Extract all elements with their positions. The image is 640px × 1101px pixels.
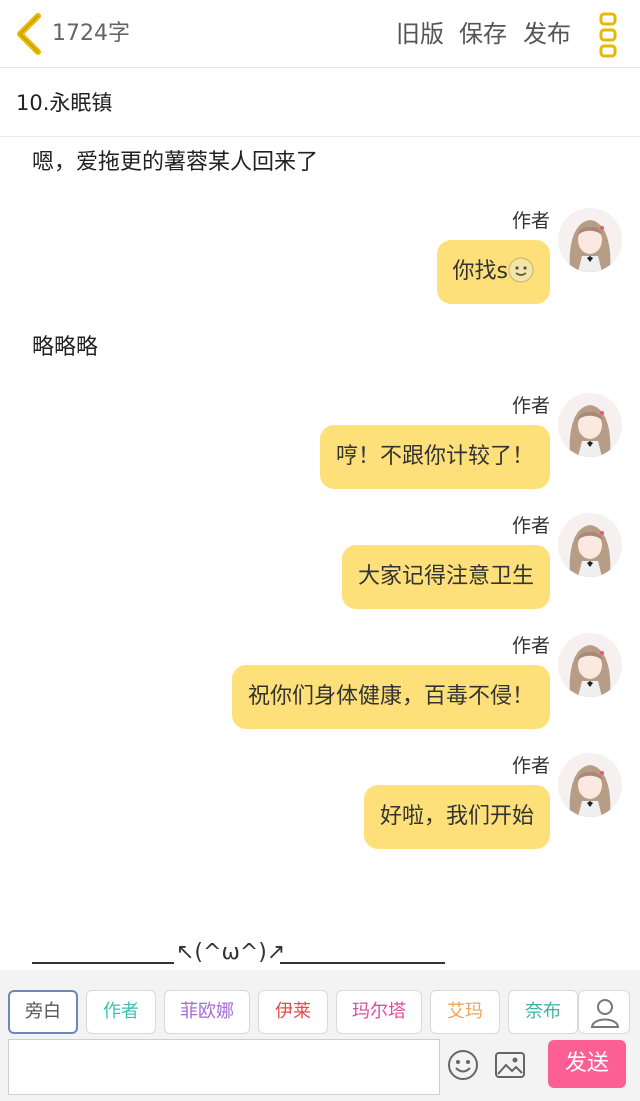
chat-message[interactable]: 作者 好啦，我们开始 [0, 753, 640, 863]
message-bubble[interactable]: 哼！不跟你计较了！ [319, 425, 550, 489]
avatar-girl-icon [558, 513, 622, 577]
word-count: 1724字 [52, 21, 130, 46]
send-button[interactable]: 发送 [548, 1040, 626, 1088]
avatar[interactable] [558, 513, 622, 577]
sender-name: 作者 [511, 515, 550, 537]
role-label: 奈布 [525, 1001, 561, 1022]
message-text: 好啦，我们开始 [379, 804, 534, 829]
chapter-title[interactable]: 10.永眠镇 [16, 89, 112, 117]
narration-line[interactable]: 略略略 [32, 333, 98, 363]
person-icon [590, 999, 620, 1028]
old-version-button[interactable]: 旧版 [396, 18, 444, 50]
message-bubble[interactable]: 好啦，我们开始 [363, 785, 550, 849]
message-text: 祝你们身体健康，百毒不侵！ [247, 684, 534, 709]
message-input[interactable] [8, 1039, 440, 1095]
role-label: 玛尔塔 [352, 1001, 406, 1022]
role-label: 伊莱 [275, 1001, 311, 1022]
message-bubble[interactable]: 大家记得注意卫生 [341, 545, 550, 609]
message-text: 你找s [452, 259, 508, 284]
back-arrow-icon[interactable] [12, 12, 48, 56]
avatar[interactable] [558, 393, 622, 457]
role-chip-narrator[interactable]: 旁白 [8, 990, 78, 1034]
role-chip-author[interactable]: 作者 [86, 990, 156, 1034]
role-chip-naib[interactable]: 奈布 [508, 990, 578, 1034]
separator-kaomoji: ↖(^ω^)↗ [176, 940, 286, 965]
chapter-bar[interactable]: 10.永眠镇 [0, 69, 640, 137]
role-label: 艾玛 [447, 1001, 483, 1022]
add-role-button[interactable] [578, 990, 630, 1034]
image-icon[interactable] [493, 1048, 527, 1082]
avatar-girl-icon [558, 633, 622, 697]
chat-message[interactable]: 作者 祝你们身体健康，百毒不侵！ [0, 633, 640, 743]
role-label: 旁白 [25, 1001, 61, 1022]
avatar[interactable] [558, 633, 622, 697]
role-chip-emma[interactable]: 艾玛 [430, 990, 500, 1034]
emoji-icon[interactable] [446, 1048, 480, 1082]
separator-line-left [32, 962, 174, 964]
sender-name: 作者 [511, 755, 550, 777]
chat-area[interactable]: 嗯，爱拖更的薯蓉某人回来了 作者 你找s 略略略 作者 哼！不跟你计较了！ 作者… [0, 138, 640, 970]
more-menu-icon[interactable] [598, 12, 618, 58]
sender-name: 作者 [511, 635, 550, 657]
message-bubble[interactable]: 祝你们身体健康，百毒不侵！ [231, 665, 550, 729]
role-chip-eli[interactable]: 伊莱 [258, 990, 328, 1034]
smile-emoji-icon [508, 257, 534, 283]
avatar[interactable] [558, 208, 622, 272]
save-button[interactable]: 保存 [459, 18, 507, 50]
message-text: 哼！不跟你计较了！ [335, 444, 534, 469]
separator-line-right [280, 962, 445, 964]
message-bubble[interactable]: 你找s [436, 240, 550, 304]
sender-name: 作者 [511, 210, 550, 232]
avatar-girl-icon [558, 208, 622, 272]
sender-name: 作者 [511, 395, 550, 417]
chat-message[interactable]: 作者 大家记得注意卫生 [0, 513, 640, 623]
avatar[interactable] [558, 753, 622, 817]
avatar-girl-icon [558, 393, 622, 457]
chat-message[interactable]: 作者 你找s [0, 208, 640, 318]
publish-button[interactable]: 发布 [523, 18, 571, 50]
message-text: 大家记得注意卫生 [357, 564, 534, 589]
role-label: 作者 [103, 1001, 139, 1022]
narration-line[interactable]: 嗯，爱拖更的薯蓉某人回来了 [32, 148, 318, 178]
role-label: 菲欧娜 [180, 1001, 234, 1022]
chat-message[interactable]: 作者 哼！不跟你计较了！ [0, 393, 640, 503]
role-chip-fiona[interactable]: 菲欧娜 [164, 990, 250, 1034]
top-bar: 1724字 旧版 保存 发布 [0, 0, 640, 68]
role-chip-martha[interactable]: 玛尔塔 [336, 990, 422, 1034]
avatar-girl-icon [558, 753, 622, 817]
compose-panel: 旁白 作者 菲欧娜 伊莱 玛尔塔 艾玛 奈布 发送 [0, 970, 640, 1101]
